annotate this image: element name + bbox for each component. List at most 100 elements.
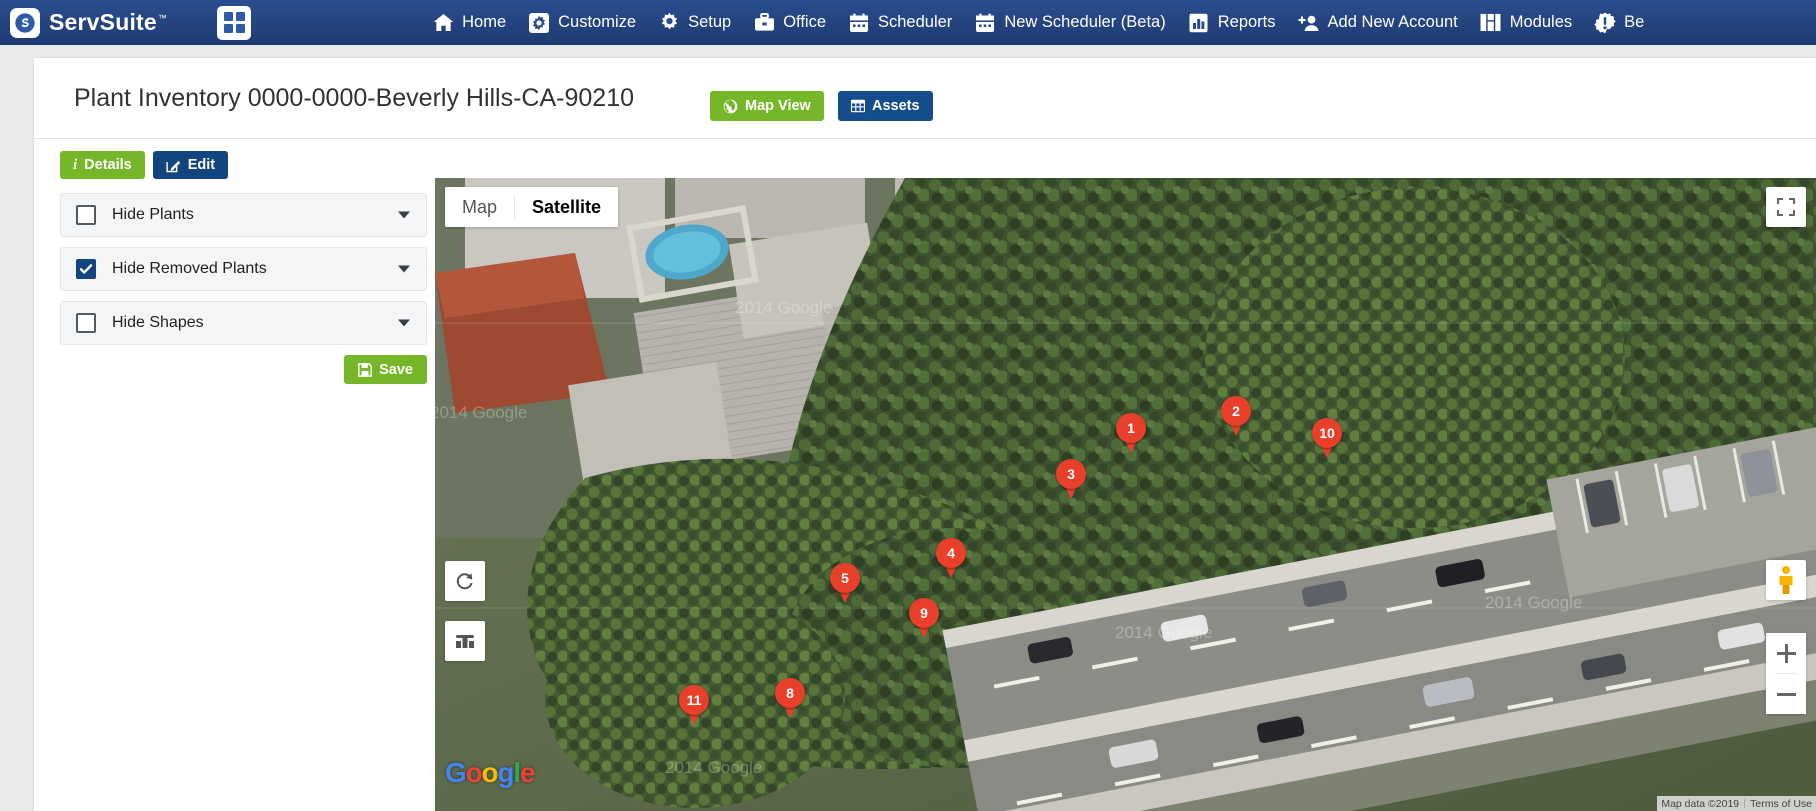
user-plus-icon (1297, 12, 1320, 34)
attribution-separator (1744, 799, 1746, 808)
nav-item-label: Add New Account (1327, 13, 1458, 31)
plus-icon (1776, 643, 1796, 663)
map-marker-11[interactable]: 11 (679, 685, 709, 727)
top-navigation-bar: ServSuite™ Home Customize Setup Office Sched… (0, 0, 1816, 45)
servsuite-swoosh-icon (10, 7, 40, 38)
nav-item-modules[interactable]: Modules (1469, 0, 1583, 45)
map-view-label: Map View (745, 98, 811, 114)
floppy-disk-icon (358, 362, 372, 377)
brand-trademark: ™ (157, 13, 168, 24)
nav-item-scheduler[interactable]: Scheduler (837, 0, 963, 45)
zoom-out-button[interactable] (1766, 674, 1806, 714)
marker-label: 3 (1067, 466, 1075, 482)
terms-of-use-link[interactable]: Terms of Use (1750, 798, 1812, 810)
map-container[interactable]: 2014 Google 2014 Google 2014 Google 2014… (435, 178, 1816, 811)
map-attribution: Map data ©2019 Terms of Use (1657, 796, 1816, 811)
nav-item-setup[interactable]: Setup (647, 0, 742, 45)
marker-label: 8 (786, 685, 794, 701)
assets-label: Assets (872, 98, 920, 114)
nav-item-home[interactable]: Home (421, 0, 517, 45)
save-button[interactable]: Save (344, 355, 427, 384)
svg-text:2014 Google: 2014 Google (1485, 593, 1582, 612)
zoom-in-button[interactable] (1766, 633, 1806, 673)
save-button-wrapper: Save (60, 355, 427, 384)
google-logo-letter: l (513, 757, 521, 788)
chevron-down-icon[interactable] (398, 319, 410, 327)
app-grid-icon[interactable] (217, 5, 252, 40)
map-marker-2[interactable]: 2 (1221, 396, 1251, 438)
nav-item-be[interactable]: Be (1583, 0, 1655, 45)
map-marker-4[interactable]: 4 (936, 538, 966, 580)
page-title: Plant Inventory 0000-0000-Beverly Hills-… (74, 84, 635, 112)
nav-item-reports[interactable]: Reports (1177, 0, 1287, 45)
nav-item-new-scheduler-beta[interactable]: New Scheduler (Beta) (963, 0, 1176, 45)
marker-label: 9 (920, 605, 928, 621)
map-data-attribution: Map data ©2019 (1661, 797, 1740, 810)
filter-label: Hide Plants (112, 206, 194, 223)
nav-item-label: Reports (1217, 13, 1276, 31)
google-logo-letter: o (465, 757, 483, 788)
nav-item-customize[interactable]: Customize (517, 0, 647, 45)
gear-icon (658, 12, 680, 34)
filter-label: Hide Removed Plants (112, 260, 267, 277)
filter-row-hide-removed-plants[interactable]: Hide Removed Plants (60, 247, 427, 291)
street-view-pegman-icon[interactable] (1766, 560, 1806, 600)
checkbox-hide-removed-plants[interactable] (76, 259, 96, 279)
brand-name: ServSuite™ (49, 9, 167, 36)
assets-button[interactable]: Assets (838, 91, 933, 121)
check-icon (79, 264, 93, 274)
calendar-icon (848, 12, 870, 34)
checkbox-hide-plants[interactable] (76, 205, 96, 225)
tilt-icon[interactable] (445, 621, 485, 661)
details-label: Details (84, 157, 132, 173)
app-grid-glyph (223, 12, 245, 33)
edit-label: Edit (187, 157, 216, 173)
modules-icon (1480, 12, 1502, 34)
map-marker-3[interactable]: 3 (1056, 459, 1086, 501)
google-logo-letter: g (497, 757, 514, 788)
svg-text:2014 Google: 2014 Google (1115, 623, 1212, 642)
marker-label: 11 (686, 692, 702, 708)
filter-panel: Hide Plants Hide Removed Plants Hide Shape… (60, 193, 427, 384)
details-button[interactable]: i Details (60, 151, 145, 179)
briefcase-icon (753, 12, 775, 34)
google-logo-letter: o (481, 757, 499, 788)
chevron-down-icon[interactable] (398, 211, 410, 219)
table-icon (851, 99, 865, 113)
marker-label: 2 (1232, 403, 1240, 419)
nav-item-label: Customize (558, 13, 637, 31)
map-type-satellite-button[interactable]: Satellite (515, 187, 619, 227)
map-marker-10[interactable]: 10 (1312, 418, 1342, 460)
map-marker-1[interactable]: 1 (1116, 413, 1146, 455)
nav-item-label: New Scheduler (Beta) (1004, 13, 1166, 31)
content-card: Plant Inventory 0000-0000-Beverly Hills-… (34, 58, 1816, 811)
brand-name-text: ServSuite (49, 9, 157, 35)
nav-item-add-new-account[interactable]: Add New Account (1287, 0, 1469, 45)
filter-row-hide-shapes[interactable]: Hide Shapes (60, 301, 427, 345)
nav-items: Home Customize Setup Office Scheduler New Sch… (421, 0, 1816, 45)
map-type-control: Map Satellite (445, 187, 619, 227)
chevron-down-icon[interactable] (398, 265, 410, 273)
edit-button[interactable]: Edit (152, 151, 229, 179)
nav-item-label: Home (462, 13, 507, 31)
title-row: Plant Inventory 0000-0000-Beverly Hills-… (34, 58, 1816, 139)
map-marker-9[interactable]: 9 (909, 598, 939, 640)
fullscreen-icon[interactable] (1766, 187, 1806, 227)
rotate-icon[interactable] (445, 561, 485, 601)
nav-item-office[interactable]: Office (742, 0, 837, 45)
google-logo-letter: G (445, 757, 467, 788)
google-logo-letter: e (519, 757, 536, 788)
map-view-button[interactable]: Map View (710, 91, 824, 121)
brand-logo[interactable]: ServSuite™ (10, 7, 167, 38)
map-marker-5[interactable]: 5 (830, 563, 860, 605)
map-type-map-button[interactable]: Map (445, 187, 515, 227)
page-body: Plant Inventory 0000-0000-Beverly Hills-… (0, 45, 1816, 811)
svg-text:2014 Google: 2014 Google (735, 298, 832, 317)
filter-row-hide-plants[interactable]: Hide Plants (60, 193, 427, 237)
title-divider (34, 138, 1816, 139)
alert-badge-icon (1594, 12, 1616, 34)
map-marker-8[interactable]: 8 (775, 678, 805, 720)
satellite-map-imagery: 2014 Google 2014 Google 2014 Google 2014… (435, 178, 1816, 811)
checkbox-hide-shapes[interactable] (76, 313, 96, 333)
save-label: Save (379, 361, 413, 378)
